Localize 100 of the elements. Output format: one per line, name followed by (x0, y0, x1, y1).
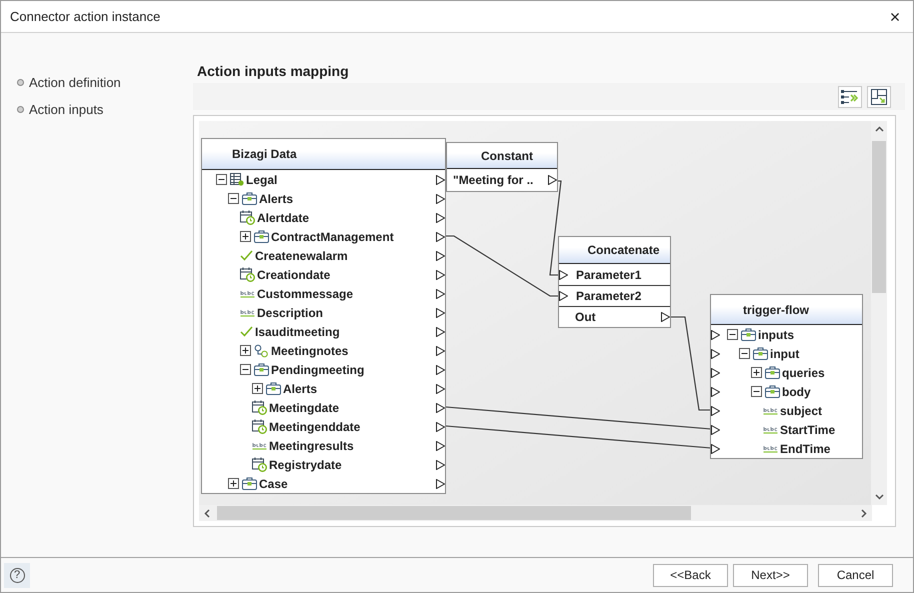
window-title: Connector action instance (10, 8, 160, 26)
field-label: body (782, 384, 811, 400)
field-label: Createnewalarm (255, 248, 348, 264)
field-label: Pendingmeeting (271, 362, 364, 378)
triangle-icon[interactable] (661, 312, 670, 322)
text-field-icon (763, 406, 778, 415)
field-label: queries (782, 364, 825, 382)
resize-panel-icon[interactable] (867, 86, 891, 108)
help-button[interactable]: ? (4, 562, 30, 588)
field-label: Meetingenddate (269, 418, 360, 436)
vertical-scrollbar[interactable] (871, 121, 887, 505)
text-field-icon (763, 425, 778, 434)
expand-toggle-icon[interactable] (240, 231, 251, 242)
field-label: Alerts (283, 380, 318, 398)
scrollbar-thumb[interactable] (217, 506, 691, 520)
node-title: Constant (481, 148, 533, 164)
connector-line[interactable] (446, 406, 712, 430)
expand-toggle-icon[interactable] (240, 345, 251, 356)
text-field-icon (763, 444, 778, 453)
checkmark-icon (240, 326, 253, 337)
help-icon[interactable]: ? (10, 568, 24, 582)
section-heading: Action inputs mapping (197, 62, 350, 81)
field-label: Meetingresults (269, 438, 354, 454)
field-label: Parameter1 (576, 266, 642, 284)
collapse-toggle-icon[interactable] (240, 364, 251, 375)
step-link[interactable]: Action inputs (29, 100, 104, 119)
wizard-button[interactable]: Next>> (733, 564, 808, 586)
field-label: Case (259, 476, 288, 492)
collapse-toggle-icon[interactable] (751, 386, 762, 397)
collapse-toggle-icon[interactable] (739, 348, 750, 359)
briefcase-icon (741, 328, 756, 341)
linked-nodes-icon (254, 344, 269, 358)
table-icon (230, 173, 244, 186)
field-label: EndTime (780, 440, 830, 458)
text-field-icon (252, 441, 267, 450)
connector-line[interactable] (446, 425, 712, 449)
triangle-icon[interactable] (548, 175, 557, 185)
field-label: subject (780, 402, 822, 420)
scroll-down-icon[interactable] (874, 494, 884, 500)
bullet-icon (17, 79, 24, 86)
wizard-button[interactable]: <<Back (653, 564, 728, 586)
field-label: Legal (246, 172, 278, 188)
connector-line[interactable] (549, 180, 562, 276)
text-field-icon (240, 308, 255, 317)
briefcase-icon (242, 477, 257, 490)
connector-line[interactable] (671, 316, 711, 411)
scroll-left-icon[interactable] (204, 508, 210, 518)
collapse-toggle-icon[interactable] (228, 193, 239, 204)
briefcase-icon (242, 192, 257, 205)
briefcase-icon (765, 366, 780, 379)
horizontal-scrollbar[interactable] (199, 505, 872, 521)
layout-list-icon[interactable] (838, 86, 862, 108)
scrollbar-thumb[interactable] (872, 141, 886, 293)
mapping-node[interactable]: Constant "Meeting for .. (446, 142, 558, 192)
field-label: Alertdate (257, 210, 310, 226)
field-label: StartTime (780, 422, 836, 438)
briefcase-icon (753, 347, 768, 360)
field-label: inputs (758, 326, 794, 344)
field-label: Meetingnotes (271, 342, 348, 360)
bullet-icon (17, 106, 24, 113)
briefcase-icon (254, 363, 269, 376)
field-label: Parameter2 (576, 288, 642, 305)
field-label: input (770, 346, 800, 362)
text-field-icon (240, 289, 255, 298)
node-title: Concatenate (587, 242, 660, 259)
expand-toggle-icon[interactable] (228, 478, 239, 489)
expand-toggle-icon[interactable] (751, 367, 762, 378)
field-label: Alerts (259, 190, 294, 208)
expand-toggle-icon[interactable] (252, 383, 263, 394)
collapse-toggle-icon[interactable] (727, 329, 738, 340)
field-label: Out (575, 309, 596, 326)
mapping-node[interactable]: Concatenate Parameter1 Parameter2 Out (558, 236, 671, 328)
field-label: Description (257, 304, 324, 322)
triangle-icon[interactable] (559, 291, 568, 301)
node-title: Bizagi Data (232, 146, 297, 163)
calendar-clock-icon (240, 210, 255, 225)
wizard-button[interactable]: Cancel (818, 564, 893, 586)
field-label: Custommessage (257, 286, 354, 302)
scroll-right-icon[interactable] (861, 508, 867, 518)
field-label: ContractManagement (271, 228, 394, 246)
mapping-node[interactable]: trigger-flow inputs input queries body subject StartTime EndTime (710, 294, 863, 459)
field-label: "Meeting for .. (453, 172, 534, 189)
briefcase-icon (266, 382, 281, 395)
checkmark-icon (240, 250, 253, 261)
field-label: Registrydate (269, 456, 342, 474)
calendar-clock-icon (252, 400, 267, 415)
field-label: Meetingdate (269, 400, 340, 416)
mapping-node[interactable] (201, 138, 446, 494)
field-label: Isauditmeeting (255, 324, 340, 340)
connector-line[interactable] (446, 235, 559, 297)
close-button[interactable]: × (885, 6, 905, 26)
field-label: Creationdate (257, 266, 330, 284)
calendar-clock-icon (252, 419, 267, 434)
calendar-clock-icon (252, 457, 267, 472)
step-link[interactable]: Action definition (29, 73, 121, 92)
briefcase-icon (254, 230, 269, 243)
collapse-toggle-icon[interactable] (216, 174, 227, 185)
triangle-icon[interactable] (559, 270, 568, 280)
briefcase-icon (765, 385, 780, 398)
scroll-up-icon[interactable] (874, 126, 884, 132)
